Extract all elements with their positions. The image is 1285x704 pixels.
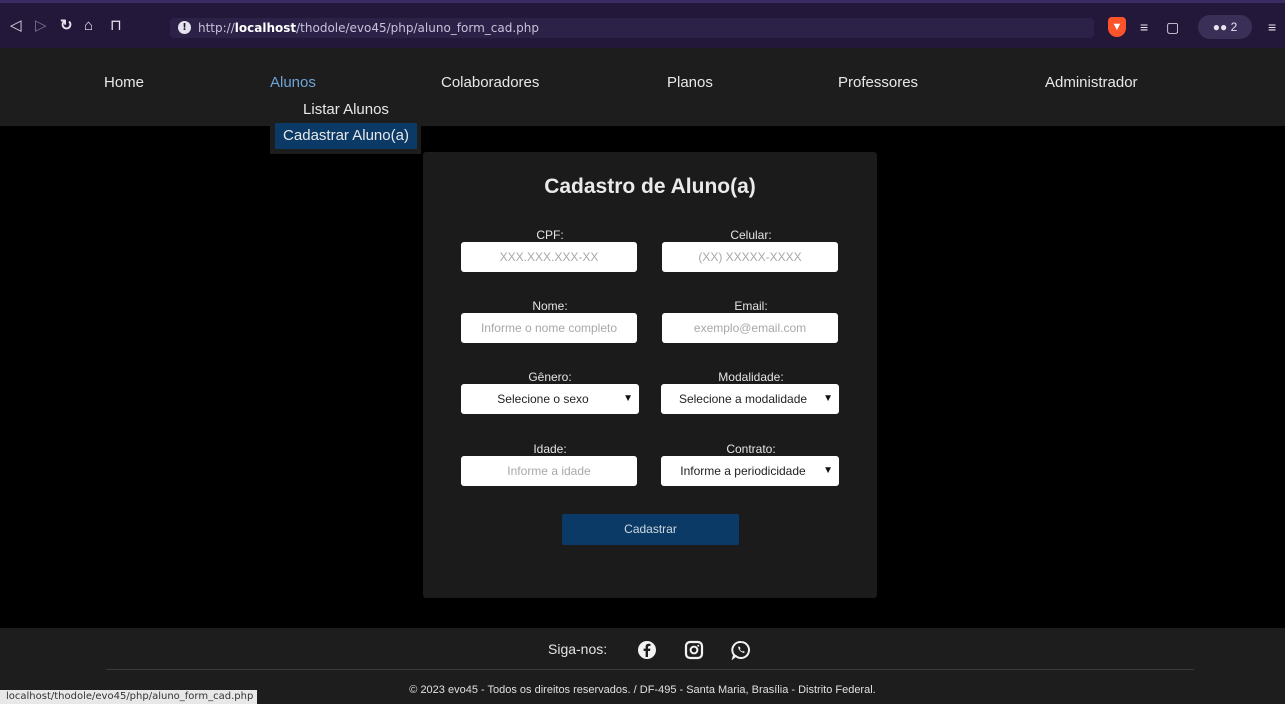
contrato-label: Contrato: [726, 442, 776, 456]
reload-icon[interactable]: ↻ [60, 17, 73, 35]
forward-icon[interactable]: ▷ [35, 17, 47, 35]
url-prefix: http:// [198, 21, 235, 35]
genero-select[interactable]: Selecione o sexo ▼ [461, 384, 639, 414]
site-info-icon[interactable]: ! [178, 21, 191, 34]
url-path: /thodole/evo45/php/aluno_form_cad.php [296, 21, 540, 35]
glasses-icon: ●● [1212, 20, 1231, 34]
cpf-label: CPF: [536, 228, 564, 242]
menu-icon[interactable]: ≡ [1268, 15, 1276, 39]
nav-administrador[interactable]: Administrador [1045, 74, 1138, 92]
contrato-select[interactable]: Informe a periodicidade ▼ [661, 456, 839, 486]
profile-button[interactable]: ●● 2 [1198, 15, 1252, 39]
email-input[interactable] [662, 313, 838, 343]
browser-toolbar: ◁ ▷ ↻ ⌂ ⊓ ! http://localhost/thodole/evo… [0, 0, 1285, 48]
chevron-down-icon: ▼ [823, 393, 833, 404]
contrato-selected-value: Informe a periodicidade [680, 464, 806, 478]
nav-planos[interactable]: Planos [667, 74, 713, 92]
modalidade-select[interactable]: Selecione a modalidade ▼ [661, 384, 839, 414]
follow-label: Siga-nos: [548, 641, 608, 657]
brave-shield-icon[interactable]: ▼ [1108, 17, 1126, 37]
form-title: Cadastro de Aluno(a) [544, 175, 756, 198]
idade-label: Idade: [533, 442, 567, 456]
nome-input[interactable] [461, 313, 637, 343]
genero-label: Gênero: [528, 370, 572, 384]
home-icon[interactable]: ⌂ [84, 17, 93, 35]
facebook-icon[interactable] [637, 640, 657, 660]
playlist-icon[interactable]: ≡ [1140, 15, 1148, 39]
email-label: Email: [734, 299, 768, 313]
genero-selected-value: Selecione o sexo [497, 392, 589, 406]
nav-colaboradores[interactable]: Colaboradores [441, 74, 539, 92]
instagram-icon[interactable] [684, 640, 704, 660]
student-registration-form: Cadastro de Aluno(a) CPF: Celular: Nome:… [423, 152, 877, 598]
nav-professores[interactable]: Professores [838, 74, 918, 92]
modalidade-label: Modalidade: [718, 370, 784, 384]
nome-label: Nome: [532, 299, 568, 313]
menu-item-listar-alunos[interactable]: Listar Alunos [275, 97, 417, 123]
modalidade-selected-value: Selecione a modalidade [678, 392, 808, 406]
sidebar-toggle-icon[interactable]: ▢ [1166, 15, 1179, 39]
menu-item-cadastrar-aluno[interactable]: Cadastrar Aluno(a) [275, 123, 417, 149]
whatsapp-icon[interactable] [731, 640, 751, 660]
bookmark-icon[interactable]: ⊓ [110, 17, 122, 35]
cadastrar-button[interactable]: Cadastrar [562, 514, 739, 545]
profile-count: 2 [1230, 20, 1238, 34]
back-icon[interactable]: ◁ [10, 17, 22, 35]
alunos-dropdown-menu: Listar Alunos Cadastrar Aluno(a) [270, 94, 421, 154]
nav-alunos[interactable]: Alunos [270, 74, 316, 92]
idade-input[interactable] [461, 456, 637, 486]
site-navbar: Home Alunos Colaboradores Planos Profess… [0, 48, 1285, 126]
chevron-down-icon: ▼ [823, 465, 833, 476]
celular-label: Celular: [730, 228, 772, 242]
address-bar[interactable]: ! http://localhost/thodole/evo45/php/alu… [170, 18, 1094, 38]
cpf-input[interactable] [461, 242, 637, 272]
footer-divider [106, 669, 1194, 670]
nav-home[interactable]: Home [104, 74, 144, 92]
status-bar-url: localhost/thodole/evo45/php/aluno_form_c… [0, 690, 258, 704]
url-host: localhost [234, 21, 297, 35]
celular-input[interactable] [662, 242, 838, 272]
chevron-down-icon: ▼ [623, 393, 633, 404]
